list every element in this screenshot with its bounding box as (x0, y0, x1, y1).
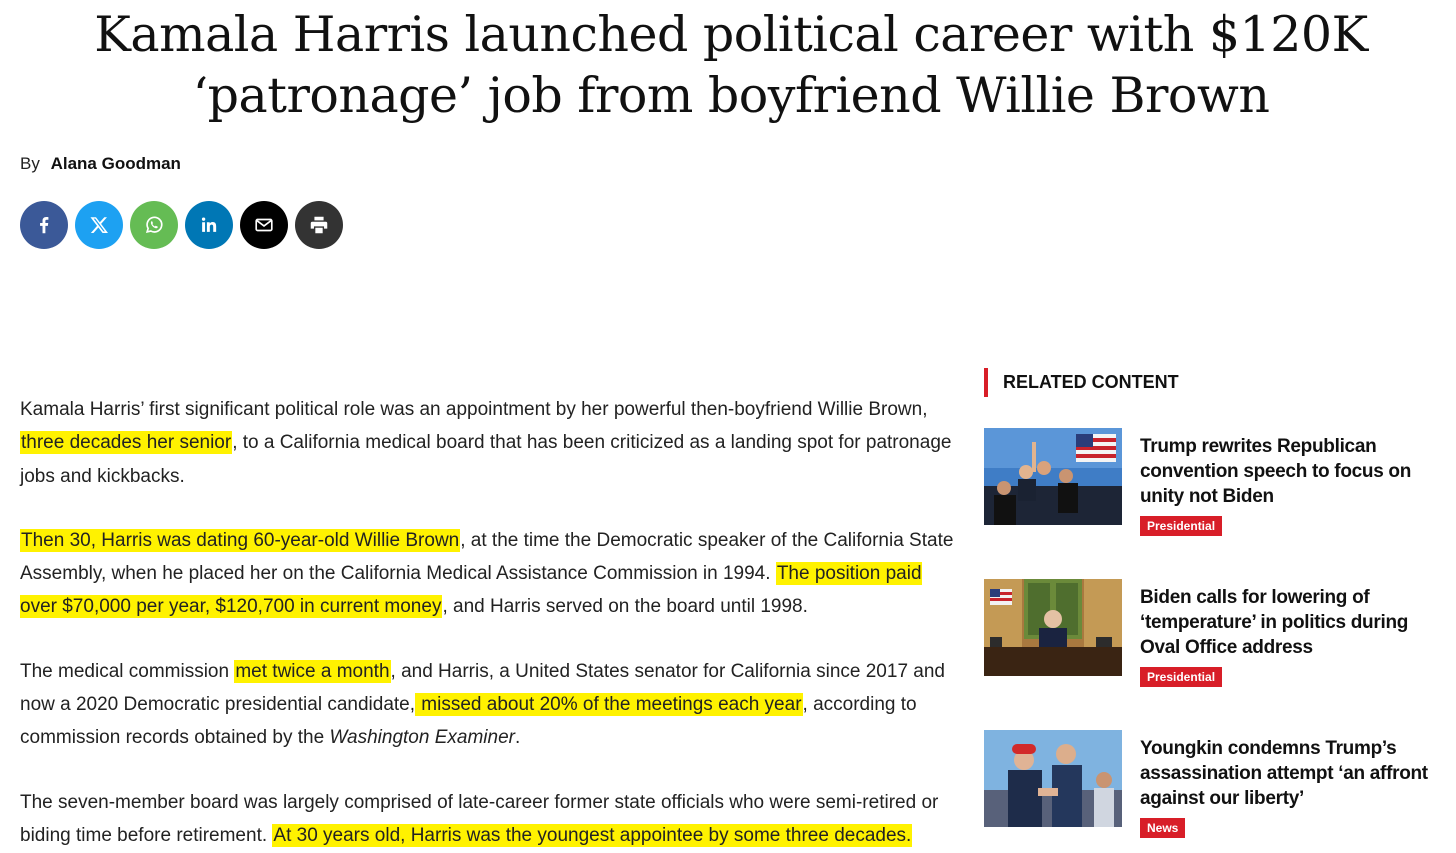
publication-name: Washington Examiner (329, 727, 515, 749)
related-item[interactable]: Trump rewrites Republican convention spe… (984, 428, 1450, 579)
related-text: Biden calls for lowering of ‘temperature… (1140, 585, 1450, 687)
highlighted-text: three decades her senior (20, 431, 233, 455)
paragraph-4: The seven-member board was largely compr… (20, 786, 960, 853)
x-icon (90, 217, 108, 233)
share-linkedin-button[interactable] (185, 201, 233, 249)
related-content: RELATED CONTENT Trump rewrites Republica… (984, 368, 1450, 853)
highlighted-text: At 30 years old, Harris was the youngest… (272, 823, 913, 847)
text-run: The medical commission (20, 660, 235, 682)
facebook-icon (40, 217, 49, 234)
related-thumbnail[interactable] (984, 730, 1122, 827)
related-item-title[interactable]: Trump rewrites Republican convention spe… (1140, 434, 1450, 509)
related-thumbnail[interactable] (984, 579, 1122, 676)
text-run: , and Harris served on the board until 1… (442, 596, 808, 618)
category-tag[interactable]: Presidential (1140, 516, 1223, 536)
share-whatsapp-button[interactable] (130, 201, 178, 249)
print-button[interactable] (295, 201, 343, 249)
share-facebook-button[interactable] (20, 201, 68, 249)
oval-office-photo (984, 579, 1122, 676)
headline-line-1: Kamala Harris launched political career … (94, 6, 1368, 63)
byline-prefix: By (20, 154, 40, 173)
article-body: Kamala Harris’ first significant politic… (20, 393, 960, 853)
paragraph-2: Then 30, Harris was dating 60-year-old W… (20, 524, 960, 624)
headline-line-2: ‘patronage’ job from boyfriend Willie Br… (192, 67, 1270, 124)
print-icon (310, 216, 328, 234)
share-email-button[interactable] (240, 201, 288, 249)
related-item-title[interactable]: Youngkin condemns Trump’s assassination … (1140, 736, 1450, 811)
highlighted-text: met twice a month (234, 659, 391, 683)
rally-photo (984, 428, 1122, 525)
category-tag[interactable]: News (1140, 818, 1186, 838)
share-bar (20, 201, 343, 249)
category-tag[interactable]: Presidential (1140, 667, 1223, 687)
related-text: Trump rewrites Republican convention spe… (1140, 434, 1450, 536)
handshake-photo (984, 730, 1122, 827)
paragraph-1: Kamala Harris’ first significant politic… (20, 393, 960, 493)
related-text: Youngkin condemns Trump’s assassination … (1140, 736, 1450, 838)
highlighted-text: missed about 20% of the meetings each ye… (415, 693, 803, 717)
related-item[interactable]: Youngkin condemns Trump’s assassination … (984, 730, 1450, 853)
email-icon (255, 218, 273, 232)
related-thumbnail[interactable] (984, 428, 1122, 525)
headline: Kamala Harris launched political career … (60, 4, 1402, 126)
byline: By Alana Goodman (20, 154, 181, 174)
paragraph-3: The medical commission met twice a month… (20, 655, 960, 755)
whatsapp-icon (145, 216, 163, 233)
related-content-header: RELATED CONTENT (984, 368, 1450, 397)
related-item-title[interactable]: Biden calls for lowering of ‘temperature… (1140, 585, 1450, 660)
author-link[interactable]: Alana Goodman (51, 154, 181, 173)
article-page: Kamala Harris launched political career … (0, 0, 1456, 853)
highlighted-text: Then 30, Harris was dating 60-year-old W… (20, 528, 461, 552)
share-x-button[interactable] (75, 201, 123, 249)
linkedin-icon (201, 217, 217, 232)
related-item[interactable]: Biden calls for lowering of ‘temperature… (984, 579, 1450, 730)
text-run: . (514, 727, 521, 749)
text-run: Kamala Harris’ first significant politic… (20, 399, 928, 420)
